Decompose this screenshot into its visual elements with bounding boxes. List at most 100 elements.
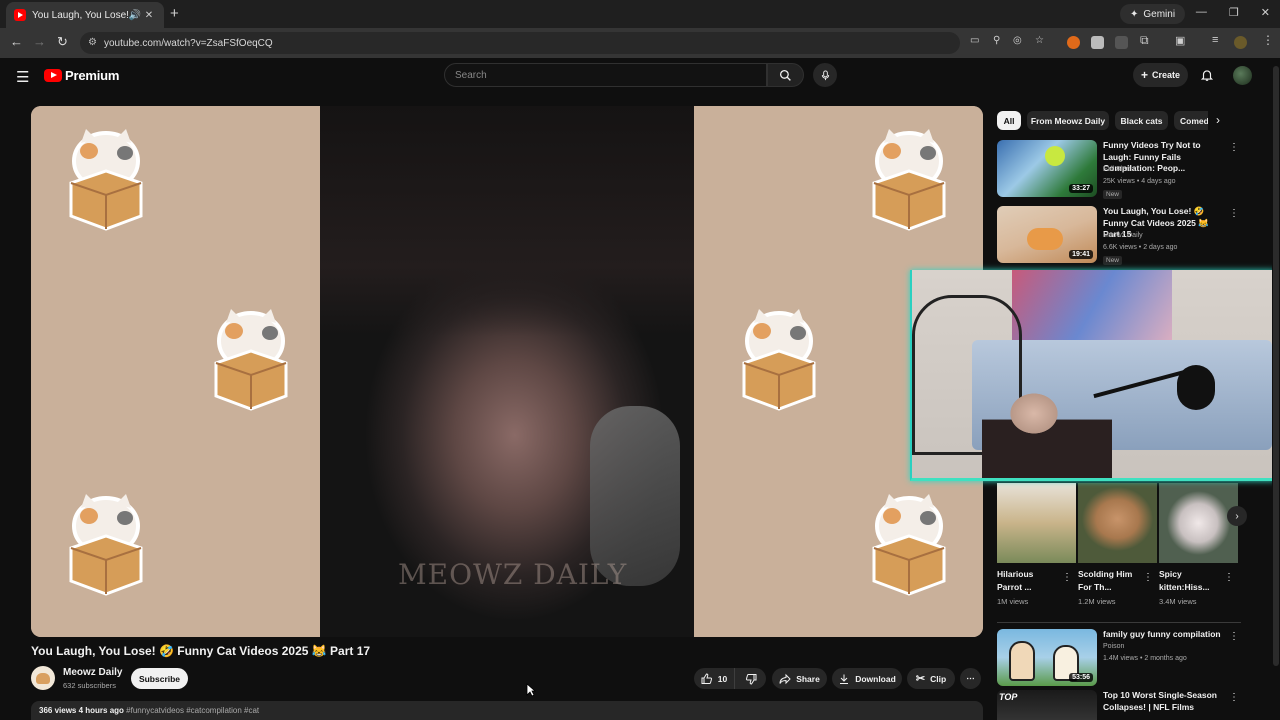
plus-icon: +: [1140, 68, 1148, 82]
create-button[interactable]: + Create: [1133, 63, 1188, 87]
short-item[interactable]: [1078, 483, 1157, 563]
more-vertical-icon[interactable]: ⋮: [1229, 692, 1239, 703]
recommendation-channel[interactable]: Meowz Daily: [1103, 232, 1143, 239]
gemini-button[interactable]: ✦ Gemini: [1120, 4, 1186, 24]
mouse-cursor-icon: [526, 683, 536, 697]
media-icon[interactable]: ≡: [1212, 34, 1218, 46]
notifications-bell-icon[interactable]: [1200, 67, 1214, 83]
extension-icon[interactable]: [1067, 36, 1080, 49]
video-thumbnail[interactable]: 33:27: [997, 140, 1097, 197]
microphone-shape: [1177, 365, 1215, 410]
cast-icon[interactable]: ▭: [970, 35, 979, 46]
video-frame-shadow: [320, 106, 694, 336]
recommendation-item[interactable]: 33:27 Funny Videos Try Not to Laugh: Fun…: [997, 140, 1241, 200]
site-info-icon[interactable]: ⚙: [88, 37, 97, 48]
short-item[interactable]: [997, 483, 1076, 563]
shorts-next-button[interactable]: ›: [1227, 506, 1247, 526]
video-thumbnail[interactable]: 53:56: [997, 629, 1097, 686]
profile-icon[interactable]: [1234, 36, 1247, 49]
clip-label: Clip: [930, 673, 947, 684]
dislike-button[interactable]: [734, 668, 766, 689]
new-badge: New: [1103, 256, 1123, 265]
puzzle-icon[interactable]: ⧉: [1140, 33, 1149, 48]
address-bar[interactable]: ⚙ youtube.com/watch?v=ZsaFSfOeqCQ: [80, 32, 960, 54]
new-tab-icon[interactable]: +: [170, 5, 179, 22]
download-button[interactable]: Download: [832, 668, 902, 689]
short-title[interactable]: Hilarious Parrot ...: [997, 568, 1057, 593]
video-thumbnail[interactable]: TOP: [997, 690, 1097, 720]
player-background-left: [31, 106, 320, 637]
character-shape: [1009, 641, 1035, 681]
bookmark-star-icon[interactable]: ☆: [1035, 35, 1044, 46]
chip-from-channel[interactable]: From Meowz Daily: [1027, 111, 1109, 130]
zoom-icon[interactable]: ⚲: [993, 35, 1000, 46]
short-thumbnail[interactable]: [1159, 483, 1238, 563]
chip-comedy[interactable]: Comed: [1174, 111, 1208, 130]
channel-avatar[interactable]: [31, 666, 55, 690]
eye-off-icon[interactable]: ◎: [1013, 35, 1022, 46]
recommendation-channel[interactable]: Poison: [1103, 643, 1124, 650]
video-player[interactable]: MEOWZ DAILY: [31, 106, 983, 637]
download-icon: [840, 674, 849, 684]
minimize-icon[interactable]: —: [1196, 6, 1207, 19]
extension-icon[interactable]: [1115, 36, 1128, 49]
chip-black-cats[interactable]: Black cats: [1115, 111, 1168, 130]
more-horizontal-icon: ⋯: [966, 673, 975, 683]
channel-name[interactable]: Meowz Daily: [63, 667, 122, 678]
cat-in-box-sticker-icon: [872, 494, 946, 596]
short-views: 3.4M views: [1159, 597, 1197, 606]
chevron-right-icon[interactable]: ›: [1216, 113, 1220, 127]
close-window-icon[interactable]: ✕: [1261, 6, 1270, 19]
reload-icon[interactable]: ↻: [57, 34, 68, 50]
gemini-label: Gemini: [1143, 8, 1176, 20]
short-title[interactable]: Scolding Him For Th...: [1078, 568, 1138, 593]
youtube-logo[interactable]: Premium: [44, 68, 119, 83]
page-scrollbar-thumb[interactable]: [1273, 66, 1279, 666]
ball-shape: [1045, 146, 1065, 166]
short-thumbnail[interactable]: [997, 483, 1076, 563]
forward-icon[interactable]: →: [33, 34, 46, 49]
hamburger-menu-icon[interactable]: ☰: [16, 68, 29, 86]
recommendation-title[interactable]: family guy funny compilation: [1103, 629, 1227, 641]
more-vertical-icon[interactable]: ⋮: [1229, 631, 1239, 642]
tab-close-icon[interactable]: ✕: [142, 10, 156, 21]
kebab-menu-icon[interactable]: ⋮: [1262, 33, 1274, 47]
video-thumbnail[interactable]: 19:41: [997, 206, 1097, 263]
search-button[interactable]: [767, 63, 804, 87]
restore-icon[interactable]: ❐: [1229, 6, 1239, 19]
chip-all[interactable]: All: [997, 111, 1021, 130]
like-button[interactable]: 10: [694, 668, 734, 689]
clip-button[interactable]: ✂ Clip: [907, 668, 955, 689]
recommendation-item[interactable]: 19:41 You Laugh, You Lose! 🤣 Funny Cat V…: [997, 206, 1241, 266]
short-title[interactable]: Spicy kitten:Hiss...: [1159, 568, 1219, 593]
duration-badge: 53:56: [1069, 673, 1093, 682]
speaker-icon[interactable]: 🔊: [128, 10, 142, 21]
microphone-icon: [821, 69, 829, 80]
short-thumbnail[interactable]: [1078, 483, 1157, 563]
share-button[interactable]: Share: [772, 668, 827, 689]
sparkle-icon: ✦: [1130, 8, 1139, 20]
more-vertical-icon[interactable]: ⋮: [1229, 208, 1239, 219]
hashtags[interactable]: #funnycatvideos #catcompilation #cat: [126, 706, 259, 715]
search-input[interactable]: Search: [444, 63, 767, 87]
more-actions-button[interactable]: ⋯: [960, 668, 981, 689]
recommendation-title[interactable]: Top 10 Worst Single-Season Collapses! | …: [1103, 690, 1227, 713]
more-vertical-icon[interactable]: ⋮: [1143, 572, 1153, 583]
more-vertical-icon[interactable]: ⋮: [1224, 572, 1234, 583]
sidepanel-icon[interactable]: ▣: [1175, 34, 1185, 47]
short-item[interactable]: [1159, 483, 1238, 563]
extension-icon[interactable]: [1091, 36, 1104, 49]
recommendation-channel[interactable]: Fail Alert: [1103, 166, 1130, 173]
voice-search-button[interactable]: [813, 63, 837, 87]
browser-tab-strip: You Laugh, You Lose! 🤣 Fu 🔊 ✕ + ✦ Gemini…: [0, 0, 1280, 28]
recommendation-item[interactable]: 53:56 family guy funny compilation Poiso…: [997, 629, 1241, 689]
back-icon[interactable]: ←: [10, 34, 23, 49]
more-vertical-icon[interactable]: ⋮: [1062, 572, 1072, 583]
browser-tab[interactable]: You Laugh, You Lose! 🤣 Fu 🔊 ✕: [6, 2, 164, 28]
recommendation-meta: 1.4M views • 2 months ago: [1103, 655, 1187, 662]
description-box[interactable]: 366 views 4 hours ago #funnycatvideos #c…: [31, 701, 983, 720]
account-avatar[interactable]: [1233, 66, 1252, 85]
more-vertical-icon[interactable]: ⋮: [1229, 142, 1239, 153]
subscribe-button[interactable]: Subscribe: [131, 668, 188, 689]
recommendation-item[interactable]: TOP Top 10 Worst Single-Season Collapses…: [997, 690, 1241, 720]
